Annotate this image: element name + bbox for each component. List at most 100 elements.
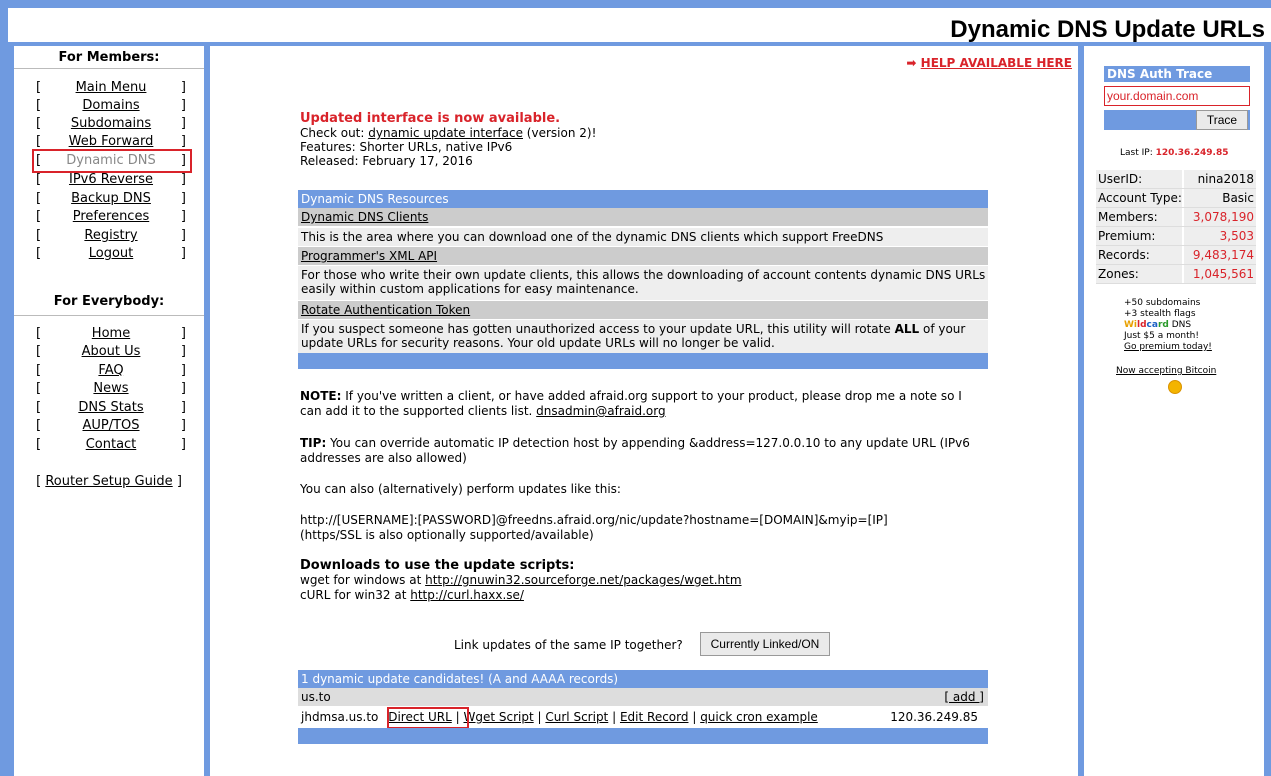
record-ip: 120.36.249.85	[890, 710, 978, 724]
downloads-heading: Downloads to use the update scripts:	[300, 558, 575, 573]
sidebar-item-label[interactable]: Preferences	[36, 209, 186, 224]
quick-cron-link[interactable]: quick cron example	[700, 710, 818, 724]
stat-row: UserID: nina2018	[1096, 170, 1256, 189]
bitcoin-link[interactable]: Now accepting Bitcoin	[1116, 366, 1216, 376]
members-heading: For Members:	[58, 50, 160, 65]
sidebar-item-label[interactable]: About Us	[36, 344, 186, 359]
sidebar-item-label[interactable]: Main Menu	[36, 80, 186, 95]
bitcoin-icon	[1168, 380, 1182, 394]
stat-row: Premium: 3,503	[1096, 227, 1256, 246]
stat-row: Records: 9,483,174	[1096, 246, 1256, 265]
sidebar-item-ipv6-reverse[interactable]: [IPv6 Reverse]	[36, 172, 186, 190]
sidebar-item-label[interactable]: Domains	[36, 98, 186, 113]
sidebar-item-preferences[interactable]: [Preferences]	[36, 209, 186, 227]
divider	[14, 315, 204, 316]
sidebar-item-dns-stats[interactable]: [DNS Stats]	[36, 400, 186, 418]
router-setup-item[interactable]: [ Router Setup Guide ]	[14, 474, 204, 489]
xml-api-link[interactable]: Programmer's XML API	[301, 249, 437, 263]
note-paragraph: NOTE: If you've written a client, or hav…	[300, 389, 962, 418]
edit-record-link[interactable]: Edit Record	[620, 710, 689, 724]
wget-link[interactable]: http://gnuwin32.sourceforge.net/packages…	[425, 573, 741, 587]
router-setup-link[interactable]: Router Setup Guide	[45, 474, 172, 489]
highlight-box	[387, 707, 469, 729]
alt-update-text: You can also (alternatively) perform upd…	[300, 482, 621, 496]
stat-row: Account Type: Basic	[1096, 189, 1256, 208]
resources-heading: Dynamic DNS Resources	[298, 190, 988, 208]
trace-domain-input[interactable]: your.domain.com	[1104, 86, 1250, 106]
curl-script-link[interactable]: Curl Script	[545, 710, 608, 724]
domain-group-row: us.to [ add ]	[298, 688, 988, 706]
resource-title: Rotate Authentication Token	[298, 301, 988, 319]
trace-heading: DNS Auth Trace	[1104, 66, 1250, 82]
sidebar-item-backup-dns[interactable]: [Backup DNS]	[36, 191, 186, 209]
sidebar-item-home[interactable]: [Home]	[36, 326, 186, 344]
add-link[interactable]: [ add ]	[944, 688, 984, 706]
sidebar-item-label[interactable]: Web Forward	[36, 134, 186, 149]
link-question: Link updates of the same IP together?	[454, 638, 683, 652]
sidebar-item-label[interactable]: FAQ	[36, 363, 186, 378]
sidebar-item-label[interactable]: News	[36, 381, 186, 396]
main-content: ➡ HELP AVAILABLE HERE Updated interface …	[210, 46, 1078, 776]
stat-row: Members: 3,078,190	[1096, 208, 1256, 227]
top-border	[0, 0, 1271, 8]
right-border	[1264, 46, 1271, 776]
highlight-box	[32, 149, 192, 173]
alt-update-url: http://[USERNAME]:[PASSWORD]@freedns.afr…	[300, 513, 888, 542]
page-title: Dynamic DNS Update URLs	[950, 16, 1265, 43]
sidebar-item-label[interactable]: Subdomains	[36, 116, 186, 131]
sidebar-item-label[interactable]: Registry	[36, 228, 186, 243]
dynamic-dns-clients-link[interactable]: Dynamic DNS Clients	[301, 210, 428, 224]
wget-script-link[interactable]: Wget Script	[463, 710, 533, 724]
sidebar-item-label[interactable]: Contact	[36, 437, 186, 452]
released-text: Released: February 17, 2016	[300, 154, 473, 168]
page-header: Dynamic DNS Update URLs	[0, 8, 1271, 44]
linked-toggle-button[interactable]: Currently Linked/ON	[700, 632, 830, 656]
features-text: Features: Shorter URLs, native IPv6	[300, 140, 513, 154]
resource-desc: For those who write their own update cli…	[298, 266, 988, 300]
help-link[interactable]: HELP AVAILABLE HERE	[921, 56, 1072, 70]
sidebar-item-label[interactable]: Backup DNS	[36, 191, 186, 206]
resource-title: Dynamic DNS Clients	[298, 208, 988, 226]
divider	[14, 68, 204, 69]
go-premium-link[interactable]: Go premium today!	[1124, 342, 1212, 352]
arrow-right-icon: ➡	[906, 56, 917, 70]
sidebar-item-label[interactable]: IPv6 Reverse	[36, 172, 186, 187]
sidebar-item-logout[interactable]: [Logout]	[36, 246, 186, 264]
sidebar-item-label[interactable]: DNS Stats	[36, 400, 186, 415]
sidebar: For Members: [Main Menu] [Domains] [Subd…	[14, 46, 204, 776]
right-panel: DNS Auth Trace your.domain.com Trace Las…	[1084, 46, 1264, 776]
premium-promo: +50 subdomains +3 stealth flags Wildcard…	[1124, 298, 1212, 352]
sidebar-item-domains[interactable]: [Domains]	[36, 98, 186, 116]
stat-row: Zones: 1,045,561	[1096, 265, 1256, 284]
sidebar-item-label[interactable]: AUP/TOS	[36, 418, 186, 433]
resource-title: Programmer's XML API	[298, 247, 988, 265]
bitcoin-row: Now accepting Bitcoin	[1116, 366, 1216, 376]
resource-desc: This is the area where you can download …	[298, 228, 988, 246]
sidebar-item-main-menu[interactable]: [Main Menu]	[36, 80, 186, 98]
resources-footer	[298, 353, 988, 369]
sidebar-item-about-us[interactable]: [About Us]	[36, 344, 186, 362]
help-link-row: ➡ HELP AVAILABLE HERE	[906, 56, 1072, 70]
sidebar-item-faq[interactable]: [FAQ]	[36, 363, 186, 381]
everybody-heading: For Everybody:	[53, 294, 165, 309]
tip-paragraph: TIP: You can override automatic IP detec…	[300, 436, 970, 465]
sidebar-item-news[interactable]: [News]	[36, 381, 186, 399]
trace-button[interactable]: Trace	[1196, 110, 1248, 130]
candidates-footer	[298, 728, 988, 744]
downloads-section: Downloads to use the update scripts: wge…	[300, 558, 980, 603]
dynamic-update-interface-link[interactable]: dynamic update interface	[368, 126, 523, 140]
candidates-heading: 1 dynamic update candidates! (A and AAAA…	[298, 670, 988, 688]
sidebar-item-aup-tos[interactable]: [AUP/TOS]	[36, 418, 186, 436]
sidebar-item-registry[interactable]: [Registry]	[36, 228, 186, 246]
left-border	[0, 46, 14, 776]
email-link[interactable]: dnsadmin@afraid.org	[536, 404, 665, 418]
sidebar-item-contact[interactable]: [Contact]	[36, 437, 186, 455]
rotate-token-link[interactable]: Rotate Authentication Token	[301, 303, 470, 317]
update-title: Updated interface is now available.	[300, 111, 561, 126]
last-ip: Last IP: 120.36.249.85	[1120, 148, 1229, 158]
sidebar-item-subdomains[interactable]: [Subdomains]	[36, 116, 186, 134]
resource-desc: If you suspect someone has gotten unauth…	[298, 320, 988, 353]
sidebar-item-label[interactable]: Logout	[36, 246, 186, 261]
curl-link[interactable]: http://curl.haxx.se/	[410, 588, 524, 602]
sidebar-item-label[interactable]: Home	[36, 326, 186, 341]
